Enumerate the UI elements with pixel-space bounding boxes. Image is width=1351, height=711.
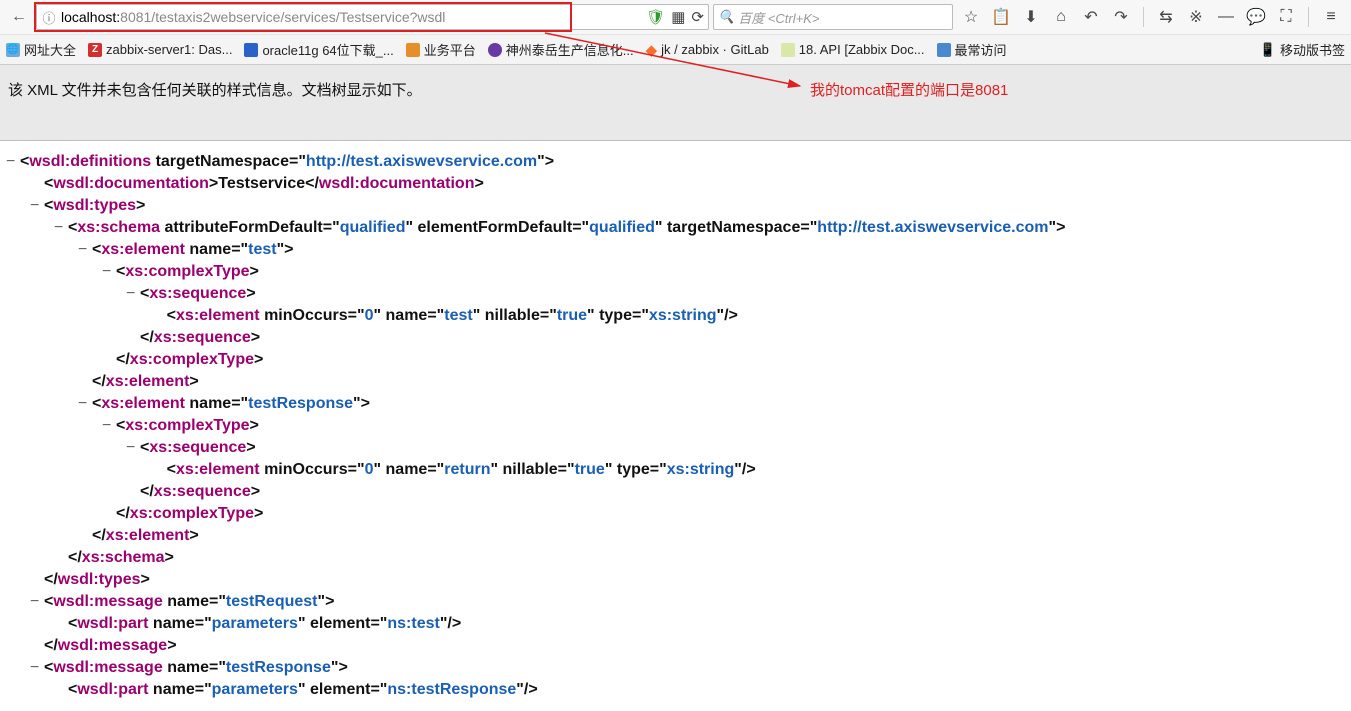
- collapse-toggle[interactable]: −: [102, 415, 116, 437]
- undo-icon[interactable]: ↶: [1081, 7, 1101, 27]
- shield-icon[interactable]: 🛡: [646, 8, 665, 26]
- gitlab-icon: ◆: [646, 41, 658, 59]
- url-text: localhost:8081/testaxis2webservice/servi…: [61, 9, 646, 25]
- collapse-toggle[interactable]: −: [126, 437, 140, 459]
- home-icon[interactable]: ⌂: [1051, 8, 1071, 26]
- bm-all[interactable]: 🌐 网址大全: [6, 40, 76, 59]
- bookmark-label: oracle11g 64位下载_...: [262, 40, 393, 59]
- xml-line: <wsdl:documentation>Testservice</wsdl:do…: [6, 173, 1345, 195]
- menu-icon[interactable]: ≡: [1321, 8, 1341, 26]
- xml-line: </wsdl:message>: [6, 635, 1345, 657]
- clipboard-icon[interactable]: 📋: [991, 7, 1011, 27]
- xml-line: </xs:sequence>: [6, 327, 1345, 349]
- bm-mobile[interactable]: 📱移动版书签: [1260, 40, 1345, 59]
- api-icon: [781, 43, 795, 57]
- chat-icon[interactable]: 💬: [1246, 7, 1266, 27]
- info-icon[interactable]: ⓘ: [41, 9, 57, 25]
- bm-most[interactable]: 最常访问: [937, 40, 1007, 59]
- bm-api[interactable]: 18. API [Zabbix Doc...: [781, 42, 925, 57]
- dev-icon[interactable]: ※: [1186, 7, 1206, 27]
- bookmark-label: 业务平台: [424, 40, 476, 59]
- bookmark-label: 神州泰岳生产信息化...: [506, 40, 634, 59]
- shenzhou-icon: [488, 43, 502, 57]
- collapse-toggle[interactable]: −: [78, 239, 92, 261]
- collapse-toggle[interactable]: −: [30, 591, 44, 613]
- xml-line: − <xs:element name="test">: [6, 239, 1345, 261]
- collapse-toggle[interactable]: −: [102, 261, 116, 283]
- xml-line: − <xs:schema attributeFormDefault="quali…: [6, 217, 1345, 239]
- xml-line: </xs:element>: [6, 371, 1345, 393]
- separator: [1143, 7, 1144, 27]
- back-button[interactable]: ←: [6, 4, 32, 30]
- bookmarks-bar: 🌐 网址大全 Zzabbix-server1: Das... oracle11g …: [0, 34, 1351, 64]
- collapse-toggle[interactable]: −: [6, 151, 20, 173]
- bookmark-label: 移动版书签: [1280, 40, 1345, 59]
- search-icon: 🔍: [718, 9, 734, 25]
- xml-line: <wsdl:part name="parameters" element="ns…: [6, 679, 1345, 701]
- sync-icon[interactable]: ⇆: [1156, 7, 1176, 27]
- xml-line: − <wsdl:definitions targetNamespace="htt…: [6, 151, 1345, 173]
- expand-icon[interactable]: ⛶: [1276, 8, 1296, 26]
- xml-line: − <xs:complexType>: [6, 261, 1345, 283]
- xml-info-text: 该 XML 文件并未包含任何关联的样式信息。文档树显示如下。: [8, 82, 422, 99]
- navigation-bar: ← ⓘ localhost:8081/testaxis2webservice/s…: [0, 0, 1351, 34]
- bookmark-label: zabbix-server1: Das...: [106, 42, 232, 57]
- xml-line: </xs:complexType>: [6, 503, 1345, 525]
- most-icon: [937, 43, 951, 57]
- xml-line: </wsdl:types>: [6, 569, 1345, 591]
- xml-line: </xs:schema>: [6, 547, 1345, 569]
- xml-line: <xs:element minOccurs="0" name="return" …: [6, 459, 1345, 481]
- xml-info-bar: 该 XML 文件并未包含任何关联的样式信息。文档树显示如下。 我的tomcat配…: [0, 65, 1351, 141]
- separator: [1308, 7, 1309, 27]
- annotation-text: 我的tomcat配置的端口是8081: [810, 79, 1008, 100]
- xml-line: − <xs:element name="testResponse">: [6, 393, 1345, 415]
- oracle-icon: [244, 43, 258, 57]
- bookmark-label: 18. API [Zabbix Doc...: [799, 42, 925, 57]
- bm-biz[interactable]: 业务平台: [406, 40, 476, 59]
- xml-line: <xs:element minOccurs="0" name="test" ni…: [6, 305, 1345, 327]
- collapse-toggle[interactable]: −: [78, 393, 92, 415]
- mobile-icon: 📱: [1260, 42, 1276, 58]
- xml-line: − <wsdl:types>: [6, 195, 1345, 217]
- dash-icon[interactable]: —: [1216, 8, 1236, 26]
- collapse-toggle[interactable]: −: [30, 195, 44, 217]
- xml-line: <wsdl:part name="parameters" element="ns…: [6, 613, 1345, 635]
- xml-line: − <wsdl:message name="testRequest">: [6, 591, 1345, 613]
- xml-line: − <xs:complexType>: [6, 415, 1345, 437]
- download-icon[interactable]: ⬇: [1021, 7, 1041, 27]
- search-placeholder: 百度 <Ctrl+K>: [738, 8, 819, 27]
- bookmark-label: 最常访问: [955, 40, 1007, 59]
- xml-line: − <xs:sequence>: [6, 437, 1345, 459]
- url-bar[interactable]: ⓘ localhost:8081/testaxis2webservice/ser…: [36, 4, 709, 30]
- bm-oracle[interactable]: oracle11g 64位下载_...: [244, 40, 393, 59]
- bm-shenzhou[interactable]: 神州泰岳生产信息化...: [488, 40, 634, 59]
- biz-icon: [406, 43, 420, 57]
- collapse-toggle[interactable]: −: [126, 283, 140, 305]
- collapse-toggle[interactable]: −: [54, 217, 68, 239]
- reader-icon[interactable]: ▦: [671, 8, 685, 26]
- globe-icon: 🌐: [6, 43, 20, 57]
- reload-icon[interactable]: ⟳: [691, 8, 704, 26]
- xml-line: − <xs:sequence>: [6, 283, 1345, 305]
- xml-line: </xs:complexType>: [6, 349, 1345, 371]
- redo-icon[interactable]: ↷: [1111, 7, 1131, 27]
- toolbar-icons: ☆ 📋 ⬇ ⌂ ↶ ↷ ⇆ ※ — 💬 ⛶ ≡: [957, 7, 1345, 27]
- bm-zabbix[interactable]: Zzabbix-server1: Das...: [88, 42, 232, 57]
- star-icon[interactable]: ☆: [961, 7, 981, 27]
- xml-line: </xs:element>: [6, 525, 1345, 547]
- browser-chrome: ← ⓘ localhost:8081/testaxis2webservice/s…: [0, 0, 1351, 65]
- bookmark-label: jk / zabbix · GitLab: [661, 42, 769, 57]
- zabbix-icon: Z: [88, 43, 102, 57]
- collapse-toggle[interactable]: −: [30, 657, 44, 679]
- xml-line: − <wsdl:message name="testResponse">: [6, 657, 1345, 679]
- bookmark-label: 网址大全: [24, 40, 76, 59]
- xml-line: </xs:sequence>: [6, 481, 1345, 503]
- search-input[interactable]: 🔍 百度 <Ctrl+K>: [713, 4, 953, 30]
- bm-gitlab[interactable]: ◆jk / zabbix · GitLab: [646, 41, 769, 59]
- xml-tree: − <wsdl:definitions targetNamespace="htt…: [0, 141, 1351, 711]
